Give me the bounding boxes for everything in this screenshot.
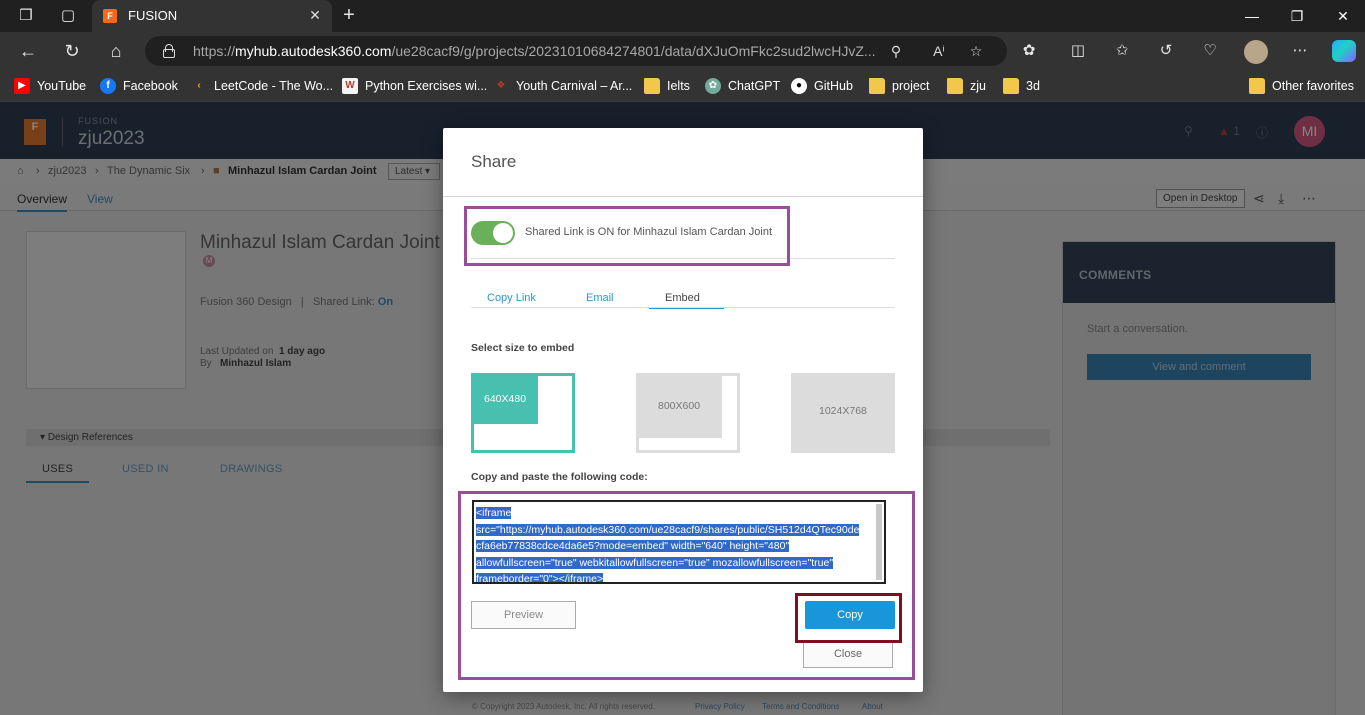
folder-icon (1003, 78, 1019, 94)
carnival-icon: ❖ (496, 80, 506, 91)
size-option-640x480[interactable]: 640X480 (471, 373, 575, 453)
bookmark-youtube[interactable]: ▶ YouTube (14, 78, 86, 94)
bookmark-chatgpt[interactable]: ✿ ChatGPT (705, 78, 780, 94)
zoom-icon[interactable]: ⚲ (886, 41, 906, 61)
tab-title: FUSION (128, 8, 178, 23)
more-menu-icon[interactable]: ⋯ (1290, 41, 1310, 61)
tab-close-icon[interactable]: ✕ (306, 6, 324, 24)
facebook-icon: f (100, 78, 116, 94)
youtube-icon: ▶ (14, 78, 30, 94)
favorite-star-icon[interactable]: ☆ (966, 41, 986, 61)
divider (443, 196, 923, 197)
favorites-icon[interactable]: ✩ (1112, 41, 1132, 61)
bookmark-youth-carnival[interactable]: ❖ Youth Carnival – Ar... (493, 78, 633, 94)
bookmark-ielts[interactable]: Ielts (644, 78, 690, 94)
leetcode-icon: ‹ (197, 80, 201, 91)
divider (471, 307, 895, 308)
bookmark-3d[interactable]: 3d (1003, 78, 1040, 94)
home-icon[interactable]: ⌂ (105, 40, 127, 62)
tab-email[interactable]: Email (586, 292, 614, 304)
bookmark-leetcode[interactable]: ‹ LeetCode - The Wo... (191, 78, 333, 94)
chatgpt-icon: ✿ (705, 78, 721, 94)
bookmarks-bar: ▶ YouTube f Facebook ‹ LeetCode - The Wo...… (0, 70, 1365, 102)
annotation-copy-highlight (795, 593, 902, 643)
annotation-code-highlight (458, 491, 915, 680)
size-label-800: 800X600 (658, 400, 701, 412)
fusion-favicon-icon: F (103, 9, 117, 23)
workspaces-icon[interactable]: ❒ (16, 6, 36, 26)
address-bar[interactable]: https://myhub.autodesk360.com/ue28cacf9/… (145, 36, 1007, 66)
bookmark-other-favorites[interactable]: Other favorites (1249, 78, 1354, 94)
browser-toolbar: ← ↻ ⌂ https://myhub.autodesk360.com/ue28… (0, 32, 1365, 70)
size-option-1024x768[interactable]: 1024X768 (791, 373, 895, 453)
w3resource-icon: W (342, 78, 358, 94)
browser-essentials-icon[interactable]: ♡ (1200, 41, 1220, 61)
refresh-icon[interactable]: ↻ (61, 40, 83, 62)
dialog-title: Share (471, 152, 517, 171)
read-aloud-icon[interactable]: Aⁱ (929, 41, 949, 61)
profile-avatar[interactable] (1244, 40, 1268, 64)
tab-copy-link[interactable]: Copy Link (487, 292, 536, 304)
folder-icon (644, 78, 660, 94)
minimize-icon[interactable]: — (1241, 5, 1263, 27)
bookmark-github[interactable]: ● GitHub (791, 78, 853, 94)
github-icon: ● (791, 78, 807, 94)
copilot-icon[interactable] (1332, 40, 1356, 62)
embed-size-label: Select size to embed (471, 342, 575, 354)
embed-code-label: Copy and paste the following code: (471, 471, 648, 483)
bookmark-zju[interactable]: zju (947, 78, 986, 94)
size-option-800x600[interactable]: 800X600 (636, 373, 740, 453)
browser-tab-bar: ❒ ▢ F FUSION ✕ + — ❐ ✕ (0, 0, 1365, 32)
folder-icon (869, 78, 885, 94)
annotation-toggle-highlight (464, 206, 790, 266)
close-icon[interactable]: ✕ (1332, 5, 1354, 27)
bookmark-facebook[interactable]: f Facebook (100, 78, 178, 94)
bookmark-python-exercises[interactable]: W Python Exercises wi... (342, 78, 487, 94)
size-label-1024: 1024X768 (819, 405, 867, 417)
url-text[interactable]: https://myhub.autodesk360.com/ue28cacf9/… (193, 43, 876, 59)
lock-icon[interactable] (163, 44, 175, 58)
split-screen-icon[interactable]: ◫ (1068, 41, 1088, 61)
folder-icon (1249, 78, 1265, 94)
tab-actions-icon[interactable]: ▢ (58, 6, 78, 26)
folder-icon (947, 78, 963, 94)
browser-tab-fusion[interactable]: F FUSION ✕ (92, 0, 332, 32)
bookmark-project[interactable]: project (869, 78, 930, 94)
extensions-icon[interactable]: ✿ (1019, 41, 1039, 61)
history-icon[interactable]: ↺ (1156, 41, 1176, 61)
back-icon[interactable]: ← (17, 40, 39, 62)
restore-icon[interactable]: ❐ (1286, 5, 1308, 27)
size-label-640: 640X480 (484, 393, 527, 405)
new-tab-icon[interactable]: + (338, 4, 360, 26)
